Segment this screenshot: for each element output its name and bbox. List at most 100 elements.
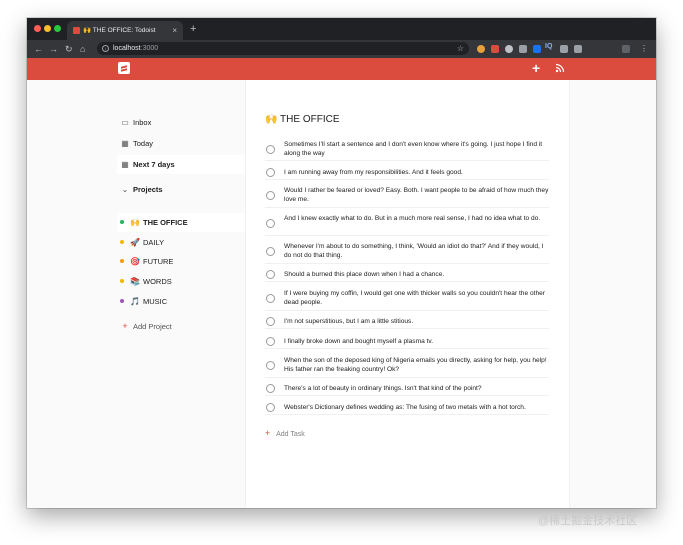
task-content[interactable]: Should a burned this place down when I h…: [284, 270, 549, 279]
task-item[interactable]: I finally broke down and bought myself a…: [265, 337, 549, 349]
tab-title: 🙌 THE OFFICE: Todoist: [83, 27, 156, 34]
project-color-dot: [120, 240, 124, 244]
sidebar-project-the-office[interactable]: 🙌 THE OFFICE: [117, 213, 245, 232]
project-color-dot: [120, 299, 124, 303]
task-checkbox[interactable]: [266, 168, 275, 177]
task-content[interactable]: If I were buying my coffin, I would get …: [284, 289, 549, 307]
calendar-week-icon: ▦: [121, 160, 129, 169]
task-item[interactable]: There's a lot of beauty in ordinary thin…: [265, 384, 549, 396]
minimize-window-button[interactable]: [44, 25, 51, 32]
inbox-icon: ▭: [121, 118, 129, 127]
chevron-down-icon: ⌄: [121, 185, 129, 194]
profile-avatar-icon[interactable]: [622, 45, 630, 53]
tab-close-icon[interactable]: ×: [172, 21, 177, 40]
project-label: DAILY: [143, 238, 165, 247]
sidebar-item-today[interactable]: ▦ Today: [117, 134, 245, 153]
task-item[interactable]: Webster's Dictionary defines wedding as:…: [265, 403, 549, 415]
maximize-window-button[interactable]: [54, 25, 61, 32]
books-icon: 📚: [130, 277, 140, 286]
task-item[interactable]: Whenever I'm about to do something, I th…: [265, 242, 549, 264]
address-bar[interactable]: i localhost:3000 ☆: [97, 42, 469, 55]
browser-tab[interactable]: 🙌 THE OFFICE: Todoist ×: [67, 21, 183, 40]
sidebar-item-next-7-days[interactable]: ▦ Next 7 days: [117, 155, 245, 174]
home-icon[interactable]: ⌂: [80, 42, 85, 56]
task-content[interactable]: There's a lot of beauty in ordinary thin…: [284, 384, 549, 393]
sidebar-item-label: Today: [133, 139, 154, 148]
task-item[interactable]: When the son of the deposed king of Nige…: [265, 356, 549, 378]
task-checkbox[interactable]: [266, 384, 275, 393]
extension-window-icon[interactable]: [574, 45, 582, 53]
browser-window: 🙌 THE OFFICE: Todoist × + ← → ↻ ⌂ i loca…: [27, 18, 656, 508]
sidebar-project-future[interactable]: 🎯 FUTURE: [117, 252, 245, 271]
task-item[interactable]: Sometimes I'll start a sentence and I do…: [265, 140, 549, 161]
task-checkbox[interactable]: [266, 337, 275, 346]
task-item[interactable]: I am running away from my responsibiliti…: [265, 168, 549, 180]
browser-toolbar: ← → ↻ ⌂ i localhost:3000 ☆ IQ ⋮: [27, 40, 656, 58]
task-item[interactable]: Should a burned this place down when I h…: [265, 270, 549, 282]
browser-tab-bar: 🙌 THE OFFICE: Todoist × +: [27, 18, 656, 40]
task-checkbox[interactable]: [266, 270, 275, 279]
main-panel: 🙌 THE OFFICE Sometimes I'll start a sent…: [245, 80, 570, 508]
add-project-label: Add Project: [133, 322, 172, 331]
extension-puzzle-icon[interactable]: [519, 45, 527, 53]
project-color-dot: [120, 220, 124, 224]
project-color-dot: [120, 259, 124, 263]
task-content[interactable]: When the son of the deposed king of Nige…: [284, 356, 549, 374]
sidebar-project-daily[interactable]: 🚀 DAILY: [117, 233, 245, 252]
bookmark-star-icon[interactable]: ☆: [457, 42, 464, 55]
task-content[interactable]: I finally broke down and bought myself a…: [284, 337, 549, 346]
reload-icon[interactable]: ↻: [65, 42, 73, 56]
project-label: FUTURE: [143, 257, 174, 266]
task-checkbox[interactable]: [266, 247, 275, 256]
task-checkbox[interactable]: [266, 145, 275, 154]
back-icon[interactable]: ←: [34, 42, 43, 56]
forward-icon[interactable]: →: [49, 42, 58, 56]
karma-icon[interactable]: [555, 63, 565, 73]
extension-grid-icon[interactable]: [560, 45, 568, 53]
task-checkbox[interactable]: [266, 403, 275, 412]
task-checkbox[interactable]: [266, 317, 275, 326]
sidebar-item-inbox[interactable]: ▭ Inbox: [117, 113, 245, 132]
close-window-button[interactable]: [34, 25, 41, 32]
site-info-icon[interactable]: i: [102, 45, 109, 52]
extension-blue-icon[interactable]: [533, 45, 541, 53]
sidebar-item-label: Inbox: [133, 118, 152, 127]
raising-hands-icon: 🙌: [130, 218, 140, 227]
app-content: ▭ Inbox ▦ Today ▦ Next 7 days ⌄ Projects…: [27, 80, 656, 508]
sidebar-project-words[interactable]: 📚 WORDS: [117, 272, 245, 291]
task-content[interactable]: Whenever I'm about to do something, I th…: [284, 242, 549, 260]
extension-red-icon[interactable]: [491, 45, 499, 53]
task-content[interactable]: And I knew exactly what to do. But in a …: [284, 214, 549, 223]
sidebar-project-music[interactable]: 🎵 MUSIC: [117, 292, 245, 311]
task-checkbox[interactable]: [266, 294, 275, 303]
task-content[interactable]: Webster's Dictionary defines wedding as:…: [284, 403, 549, 412]
add-task-button[interactable]: + Add Task: [265, 428, 305, 438]
todoist-logo-icon[interactable]: [118, 62, 130, 74]
task-item[interactable]: I'm not superstitious, but I am a little…: [265, 317, 549, 329]
menu-kebab-icon[interactable]: ⋮: [640, 42, 648, 56]
task-item[interactable]: If I were buying my coffin, I would get …: [265, 289, 549, 311]
music-note-icon: 🎵: [130, 297, 140, 306]
task-content[interactable]: Would I rather be feared or loved? Easy.…: [284, 186, 549, 204]
url-text: localhost:3000: [113, 45, 159, 52]
task-item[interactable]: And I knew exactly what to do. But in a …: [265, 214, 549, 236]
task-checkbox[interactable]: [266, 219, 275, 228]
project-color-dot: [120, 279, 124, 283]
task-checkbox[interactable]: [266, 191, 275, 200]
task-item[interactable]: Would I rather be feared or loved? Easy.…: [265, 186, 549, 208]
extension-gear-icon[interactable]: [505, 45, 513, 53]
add-project-button[interactable]: + Add Project: [117, 317, 245, 336]
new-tab-button[interactable]: +: [190, 20, 196, 38]
calendar-today-icon: ▦: [121, 139, 129, 148]
app-header: +: [27, 58, 656, 80]
projects-toggle[interactable]: ⌄ Projects: [117, 180, 245, 199]
extension-iq-icon[interactable]: IQ: [545, 43, 552, 50]
project-label: THE OFFICE: [143, 218, 188, 227]
task-content[interactable]: I'm not superstitious, but I am a little…: [284, 317, 549, 326]
extension-orange-icon[interactable]: [477, 45, 485, 53]
rocket-icon: 🚀: [130, 238, 140, 247]
task-content[interactable]: I am running away from my responsibiliti…: [284, 168, 549, 177]
task-checkbox[interactable]: [266, 361, 275, 370]
quick-add-button[interactable]: +: [532, 59, 540, 77]
task-content[interactable]: Sometimes I'll start a sentence and I do…: [284, 140, 549, 158]
